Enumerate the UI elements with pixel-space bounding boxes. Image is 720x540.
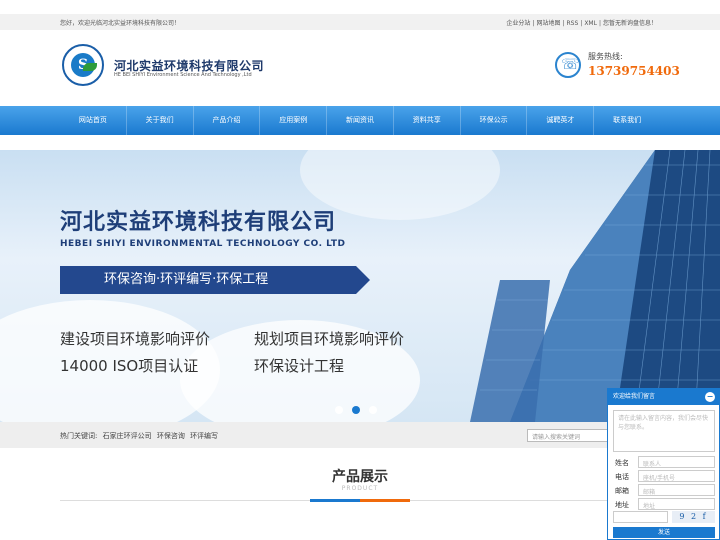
message-widget-title: 欢迎给我们留言 xyxy=(613,393,656,400)
link-xml[interactable]: XML xyxy=(584,20,597,27)
slider-dots xyxy=(333,404,383,416)
message-widget: 欢迎给我们留言 − 请在此输入留言内容，我们会尽快与您联系。 姓名 联系人 电话… xyxy=(607,388,720,540)
link-inquiry[interactable]: 您暂无新询盘信息！ xyxy=(603,20,657,27)
banner-title-cn: 河北实益环境科技有限公司 xyxy=(60,210,337,235)
page: 您好，欢迎光临河北实益环境科技有限公司！ 企业分站 | 网站地图 | RSS | XML | 您… xyxy=(0,0,720,540)
message-content-input[interactable]: 请在此输入留言内容，我们会尽快与您联系。 xyxy=(613,410,715,452)
address-input[interactable]: 地址 xyxy=(638,498,715,510)
nav-item-resources[interactable]: 资料共享 xyxy=(394,106,461,135)
name-input[interactable]: 联系人 xyxy=(638,456,715,468)
keyword-link[interactable]: 石家庄环评公司 xyxy=(103,432,152,440)
email-input[interactable]: 邮箱 xyxy=(638,484,715,496)
minimize-icon[interactable]: − xyxy=(705,392,715,402)
captcha-image[interactable]: 9 2 f xyxy=(672,511,715,523)
nav-item-public-notice[interactable]: 环保公示 xyxy=(461,106,528,135)
search-input[interactable]: 请输入搜索关键词 xyxy=(527,429,617,442)
nav-item-news[interactable]: 新闻资讯 xyxy=(327,106,394,135)
slider-dot-3[interactable] xyxy=(369,406,377,414)
nav-item-careers[interactable]: 诚聘英才 xyxy=(527,106,595,135)
field-name: 姓名 联系人 xyxy=(613,456,715,469)
hotline-number: 13739754403 xyxy=(588,64,680,78)
main-nav: 网站首页 关于我们 产品介绍 应用案例 新闻资讯 资料共享 环保公示 诚聘英才 … xyxy=(0,106,720,135)
service-item: 14000 ISO项目认证 xyxy=(60,357,199,375)
company-name-en: HE BEI SHIYI Environment Science And Tec… xyxy=(114,72,252,78)
captcha-input[interactable] xyxy=(613,511,668,523)
service-item: 建设项目环境影响评价 xyxy=(60,330,211,348)
nav-item-about[interactable]: 关于我们 xyxy=(127,106,194,135)
top-links: 企业分站 | 网站地图 | RSS | XML | 您暂无新询盘信息！ xyxy=(506,20,657,27)
field-label: 邮箱 xyxy=(615,487,629,495)
link-sitemap[interactable]: 网站地图 xyxy=(536,20,560,27)
nav-item-cases[interactable]: 应用案例 xyxy=(260,106,328,135)
nav-item-products[interactable]: 产品介绍 xyxy=(194,106,261,135)
field-label: 姓名 xyxy=(615,459,629,467)
hot-keywords-label: 热门关键词: xyxy=(60,432,98,440)
phone-icon xyxy=(555,52,581,78)
keyword-link[interactable]: 环保咨询 xyxy=(157,432,185,440)
company-logo[interactable]: S xyxy=(62,44,104,86)
field-label: 电话 xyxy=(615,473,629,481)
hotline-label: 服务热线: xyxy=(588,52,623,61)
field-address: 地址 地址 xyxy=(613,498,715,511)
top-bar: 您好，欢迎光临河北实益环境科技有限公司！ 企业分站 | 网站地图 | RSS | XML | 您… xyxy=(0,14,720,30)
field-label: 地址 xyxy=(615,501,629,509)
nav-item-contact[interactable]: 联系我们 xyxy=(594,106,660,135)
field-email: 邮箱 邮箱 xyxy=(613,484,715,497)
link-rss[interactable]: RSS xyxy=(566,20,578,27)
slider-dot-2[interactable] xyxy=(352,406,360,414)
hot-keywords: 热门关键词: 石家庄环评公司 环保咨询 环评编写 xyxy=(60,431,221,441)
service-item: 环保设计工程 xyxy=(254,357,345,375)
send-button[interactable]: 发送 xyxy=(613,527,715,538)
banner-title-en: HEBEI SHIYI ENVIRONMENTAL TECHNOLOGY CO.… xyxy=(60,239,346,249)
field-phone: 电话 座机/手机号 xyxy=(613,470,715,483)
divider-highlight xyxy=(310,499,410,502)
banner-slogan: 环保咨询·环评编写·环保工程 xyxy=(60,266,370,294)
slider-dot-1[interactable] xyxy=(335,406,343,414)
service-item: 规划项目环境影响评价 xyxy=(254,330,405,348)
phone-input[interactable]: 座机/手机号 xyxy=(638,470,715,482)
welcome-text: 您好，欢迎光临河北实益环境科技有限公司！ xyxy=(60,20,181,27)
keyword-link[interactable]: 环评编写 xyxy=(190,432,218,440)
message-widget-header[interactable]: 欢迎给我们留言 − xyxy=(608,389,719,405)
skyscraper-image xyxy=(470,150,720,422)
link-branch-sites[interactable]: 企业分站 xyxy=(506,20,530,27)
hero-banner[interactable]: 河北实益环境科技有限公司 HEBEI SHIYI ENVIRONMENTAL T… xyxy=(0,150,720,422)
logo-leaf-icon xyxy=(83,63,97,71)
nav-item-home[interactable]: 网站首页 xyxy=(60,106,127,135)
site-header: S 河北实益环境科技有限公司 HE BEI SHIYI Environment … xyxy=(0,30,720,106)
